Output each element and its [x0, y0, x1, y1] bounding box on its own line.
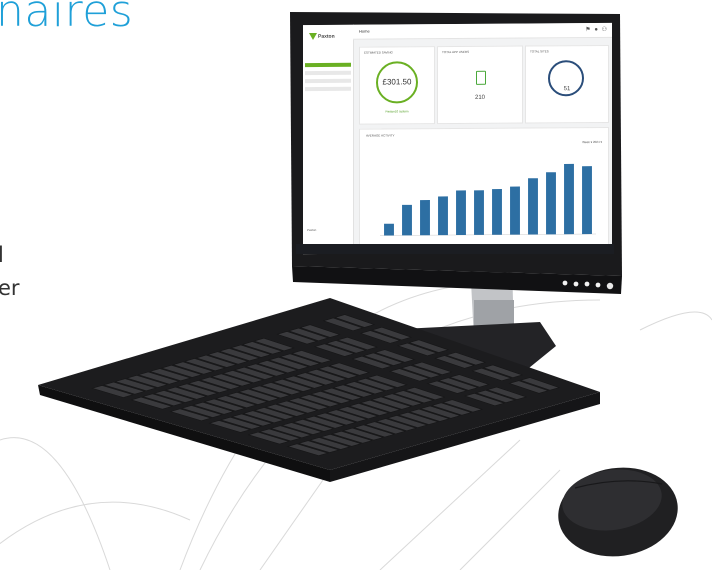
x-axis	[380, 233, 596, 236]
sites-value: 51	[563, 86, 571, 93]
bar-7[interactable]	[492, 189, 502, 235]
bar-4[interactable]	[438, 196, 448, 236]
saving-caption: Paxton10 system	[385, 109, 409, 114]
bar-11[interactable]	[564, 163, 574, 235]
bar-10[interactable]	[546, 172, 556, 235]
mouse	[558, 467, 678, 557]
card-estimated-saving[interactable]: Estimated saving £301.50 Paxton10 system	[359, 46, 435, 125]
activity-chart[interactable]: Average activity Week ▾ 2024 ▾	[359, 126, 609, 251]
bar-5[interactable]	[456, 190, 466, 236]
sidebar-item-2[interactable]	[305, 70, 351, 76]
sidebar-item-3[interactable]	[305, 78, 351, 84]
brand-name: Paxton	[318, 33, 335, 40]
sidebar: Paxton Paxton	[303, 24, 354, 255]
app-users-value: 210	[474, 94, 485, 101]
phone-icon	[476, 70, 486, 85]
bar-12[interactable]	[582, 166, 592, 235]
windows-taskbar	[296, 244, 614, 254]
card-title: Total sites	[530, 49, 549, 54]
bar-6[interactable]	[474, 190, 484, 235]
page-title: Home	[359, 28, 370, 34]
bar-8[interactable]	[510, 186, 520, 235]
card-app-users[interactable]: Total app users 210	[437, 45, 523, 125]
card-title: Estimated saving	[364, 50, 393, 55]
top-bar-icons[interactable]: ⚑ ● ⚇	[585, 26, 608, 33]
sidebar-footer: Paxton	[307, 227, 317, 233]
saving-amount: £301.50	[382, 77, 412, 87]
bar-2[interactable]	[402, 204, 412, 236]
dashboard-screen: Paxton Paxton Home ⚑ ● ⚇ Estimated savin…	[303, 22, 612, 255]
card-sites[interactable]: Total sites 51	[525, 44, 609, 124]
sidebar-item-4[interactable]	[305, 86, 351, 92]
bar-3[interactable]	[420, 200, 430, 236]
paxton-logo: Paxton	[309, 32, 335, 41]
paxton-logo-icon	[309, 32, 317, 41]
card-title: Total app users	[442, 49, 470, 55]
sidebar-item-home[interactable]	[305, 62, 351, 68]
bar-1[interactable]	[384, 223, 394, 236]
bar-chart	[380, 163, 596, 236]
bar-9[interactable]	[528, 178, 538, 235]
top-bar: Home ⚑ ● ⚇	[353, 22, 612, 40]
